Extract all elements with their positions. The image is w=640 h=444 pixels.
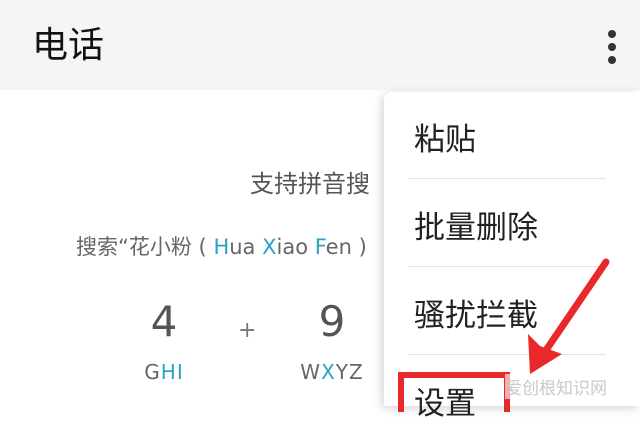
watermark: 爱创根知识网	[505, 374, 607, 399]
annotation-highlight-box	[398, 372, 510, 412]
highlighted-letters-segment: H	[213, 235, 230, 259]
hint-example-prefix: 搜索“花小粉 (	[76, 235, 214, 259]
key-digit: 9	[318, 297, 346, 346]
letters-segment: W	[300, 360, 322, 384]
key-digit: 4	[150, 297, 178, 346]
hint-example-suffix: )	[351, 235, 367, 259]
menu-item-paste[interactable]: 粘贴	[384, 92, 606, 180]
app-bar: 电话	[0, 0, 640, 90]
more-vertical-icon[interactable]	[596, 26, 628, 66]
letters-segment: iao	[276, 235, 315, 259]
key-letters: GHI	[138, 360, 190, 384]
hint-example-pinyin: Hua Xiao Fen	[213, 235, 351, 259]
menu-item-label: 批量删除	[414, 210, 538, 246]
app-title: 电话	[32, 25, 105, 66]
key-letters: WXYZ	[294, 360, 370, 384]
search-hint-title: 支持拼音搜	[250, 170, 370, 198]
letters-segment: ua	[229, 235, 263, 259]
menu-item-label: 粘贴	[414, 122, 476, 158]
search-hint-example: 搜索“花小粉 ( Hua Xiao Fen )	[76, 231, 367, 261]
highlighted-letters-segment: X	[262, 235, 277, 259]
plus-separator: +	[238, 318, 257, 343]
letters-segment: en	[325, 235, 352, 259]
letters-segment: YZ	[335, 360, 364, 384]
letters-segment: G	[144, 360, 161, 384]
highlighted-letters-segment: F	[314, 235, 326, 259]
menu-divider	[408, 178, 606, 179]
highlighted-letters-segment: HI	[160, 360, 184, 384]
highlighted-letters-segment: X	[321, 360, 336, 384]
dialpad-key-4[interactable]: 4 GHI	[138, 297, 190, 385]
dialpad-key-9[interactable]: 9 WXYZ	[294, 297, 370, 385]
